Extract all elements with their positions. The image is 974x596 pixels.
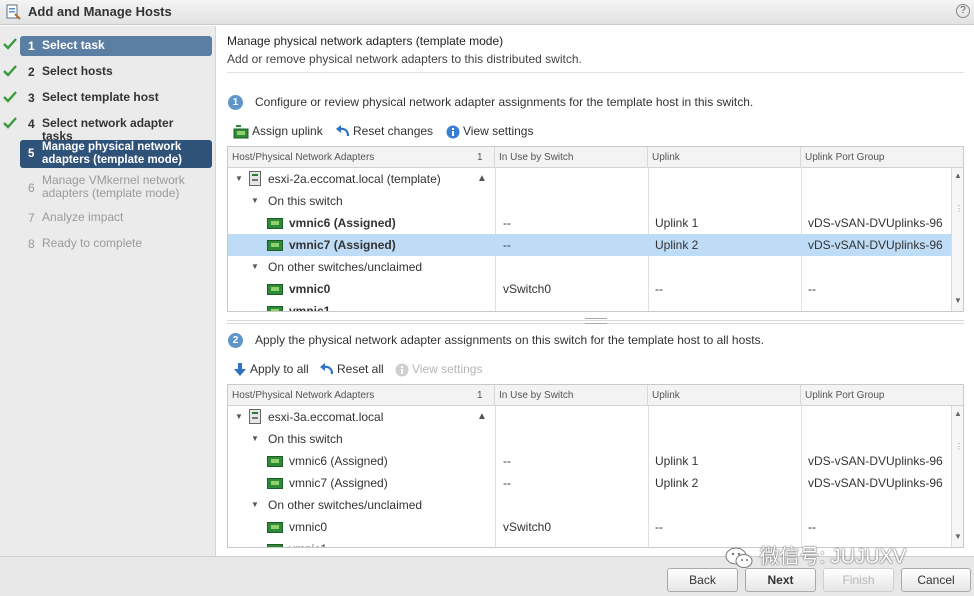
apply-to-all-button[interactable]: Apply to all — [233, 362, 309, 377]
tree-row-host[interactable]: ▼ esxi-2a.eccomat.local (template) — [228, 168, 953, 190]
section-2-text: Apply the physical network adapter assig… — [255, 333, 764, 347]
window-titlebar: Add and Manage Hosts ? — [0, 0, 974, 25]
table-row[interactable]: vmnic6 (Assigned) -- Uplink 1 vDS-vSAN-D… — [228, 450, 953, 472]
table-row[interactable]: vmnic1 — [228, 300, 953, 311]
sort-indicator[interactable]: 1 ▲ — [473, 385, 495, 422]
expand-icon[interactable]: ▼ — [251, 256, 259, 278]
wechat-icon — [725, 547, 753, 568]
col-uplink[interactable]: Uplink — [648, 147, 801, 168]
nic-icon — [267, 306, 283, 311]
cancel-button[interactable]: Cancel — [901, 568, 971, 592]
table-row[interactable]: vmnic7 (Assigned) -- Uplink 2 vDS-vSAN-D… — [228, 472, 953, 494]
checkmark-icon — [3, 117, 17, 129]
scroll-down-icon[interactable]: ▼ — [954, 532, 962, 541]
table-row-selected[interactable]: vmnic7 (Assigned) -- Uplink 2 vDS-vSAN-D… — [228, 234, 953, 256]
col-uplink-port-group[interactable]: Uplink Port Group — [801, 385, 963, 406]
checkmark-icon — [3, 38, 17, 50]
section-1-badge: 1 — [228, 95, 243, 110]
wizard-icon — [6, 4, 21, 20]
help-icon[interactable]: ? — [956, 4, 970, 18]
wizard-steps: 1 Select task 2 Select hosts 3 Select te… — [0, 26, 216, 556]
info-icon — [395, 363, 409, 377]
host-icon — [249, 409, 261, 424]
table-row[interactable]: vmnic6 (Assigned) -- Uplink 1 vDS-vSAN-D… — [228, 212, 953, 234]
step-select-adapter-tasks[interactable]: 4 Select network adapter tasks — [20, 117, 212, 143]
assign-uplink-button[interactable]: Assign uplink — [233, 124, 323, 139]
assign-uplink-icon — [233, 124, 249, 139]
template-host-adapters-grid: Host/Physical Network Adapters 1 ▲ In Us… — [227, 146, 964, 312]
step-manage-physical-adapters[interactable]: 5 Manage physical network adapters (temp… — [20, 140, 212, 168]
tree-row-group[interactable]: ▼ On this switch — [228, 428, 953, 450]
view-settings-button-disabled: View settings — [395, 362, 482, 377]
expand-icon[interactable]: ▼ — [251, 190, 259, 212]
step-ready-to-complete: 8 Ready to complete — [28, 236, 143, 252]
wizard-content: Manage physical network adapters (templa… — [217, 26, 974, 556]
scroll-grip-icon[interactable]: ⋮⋮ — [955, 442, 963, 451]
step-manage-vmkernel-adapters: 6 Manage VMkernel network adapters (temp… — [28, 173, 185, 200]
tree-row-group[interactable]: ▼ On other switches/unclaimed — [228, 494, 953, 516]
finish-button: Finish — [823, 568, 894, 592]
arrow-down-icon — [234, 363, 246, 377]
grid-header: Host/Physical Network Adapters 1 ▲ In Us… — [228, 385, 963, 422]
host-icon — [249, 171, 261, 186]
page-title: Manage physical network adapters (templa… — [227, 34, 504, 48]
view-settings-button[interactable]: View settings — [446, 124, 533, 139]
step-select-template-host[interactable]: 3 Select template host — [20, 91, 212, 107]
all-hosts-adapters-grid: Host/Physical Network Adapters 1 ▲ In Us… — [227, 384, 964, 548]
nic-icon — [267, 478, 283, 489]
table-row[interactable]: vmnic0 vSwitch0 -- -- — [228, 278, 953, 300]
nic-icon — [267, 218, 283, 229]
expand-icon[interactable]: ▼ — [251, 494, 259, 516]
nic-icon — [267, 284, 283, 295]
scroll-up-icon[interactable]: ▲ — [954, 171, 962, 180]
reset-changes-button[interactable]: Reset changes — [335, 124, 433, 138]
step-select-hosts[interactable]: 2 Select hosts — [20, 65, 212, 81]
page-subtitle: Add or remove physical network adapters … — [227, 52, 582, 66]
tree-row-group[interactable]: ▼ On other switches/unclaimed — [228, 256, 953, 278]
header-divider — [227, 72, 964, 73]
expand-icon[interactable]: ▼ — [235, 168, 243, 190]
col-adapters[interactable]: Host/Physical Network Adapters — [228, 385, 495, 406]
section-2-badge: 2 — [228, 333, 243, 348]
next-button[interactable]: Next — [745, 568, 816, 592]
col-adapters[interactable]: Host/Physical Network Adapters — [228, 147, 495, 168]
col-in-use[interactable]: In Use by Switch — [495, 147, 648, 168]
watermark: 微信号: JUJUXV — [724, 540, 906, 570]
pane-splitter[interactable] — [227, 318, 964, 324]
grid-scrollbar[interactable]: ▲ ⋮⋮ ▼ — [951, 406, 963, 547]
step-analyze-impact: 7 Analyze impact — [28, 210, 124, 226]
tree-row-group[interactable]: ▼ On this switch — [228, 190, 953, 212]
step-select-task[interactable]: 1 Select task — [20, 36, 212, 56]
col-uplink-port-group[interactable]: Uplink Port Group — [801, 147, 963, 168]
nic-icon — [267, 544, 283, 547]
col-uplink[interactable]: Uplink — [648, 385, 801, 406]
window-title: Add and Manage Hosts — [28, 4, 172, 19]
reset-all-button[interactable]: Reset all — [319, 362, 384, 376]
table-row[interactable]: vmnic0 vSwitch0 -- -- — [228, 516, 953, 538]
sort-indicator[interactable]: 1 ▲ — [473, 147, 495, 184]
col-in-use[interactable]: In Use by Switch — [495, 385, 648, 406]
nic-icon — [267, 522, 283, 533]
checkmark-icon — [3, 91, 17, 103]
checkmark-icon — [3, 65, 17, 77]
scroll-grip-icon[interactable]: ⋮⋮ — [955, 204, 963, 213]
nic-icon — [267, 240, 283, 251]
tree-row-host[interactable]: ▼ esxi-3a.eccomat.local — [228, 406, 953, 428]
undo-icon — [320, 363, 334, 375]
undo-icon — [336, 125, 350, 137]
expand-icon[interactable]: ▼ — [251, 428, 259, 450]
grid-header: Host/Physical Network Adapters 1 ▲ In Us… — [228, 147, 963, 184]
scroll-down-icon[interactable]: ▼ — [954, 296, 962, 305]
expand-icon[interactable]: ▼ — [235, 406, 243, 428]
nic-icon — [267, 456, 283, 467]
scroll-up-icon[interactable]: ▲ — [954, 409, 962, 418]
section-1-text: Configure or review physical network ada… — [255, 95, 754, 109]
grid-scrollbar[interactable]: ▲ ⋮⋮ ▼ — [951, 168, 963, 311]
back-button[interactable]: Back — [667, 568, 738, 592]
info-icon — [446, 125, 460, 139]
